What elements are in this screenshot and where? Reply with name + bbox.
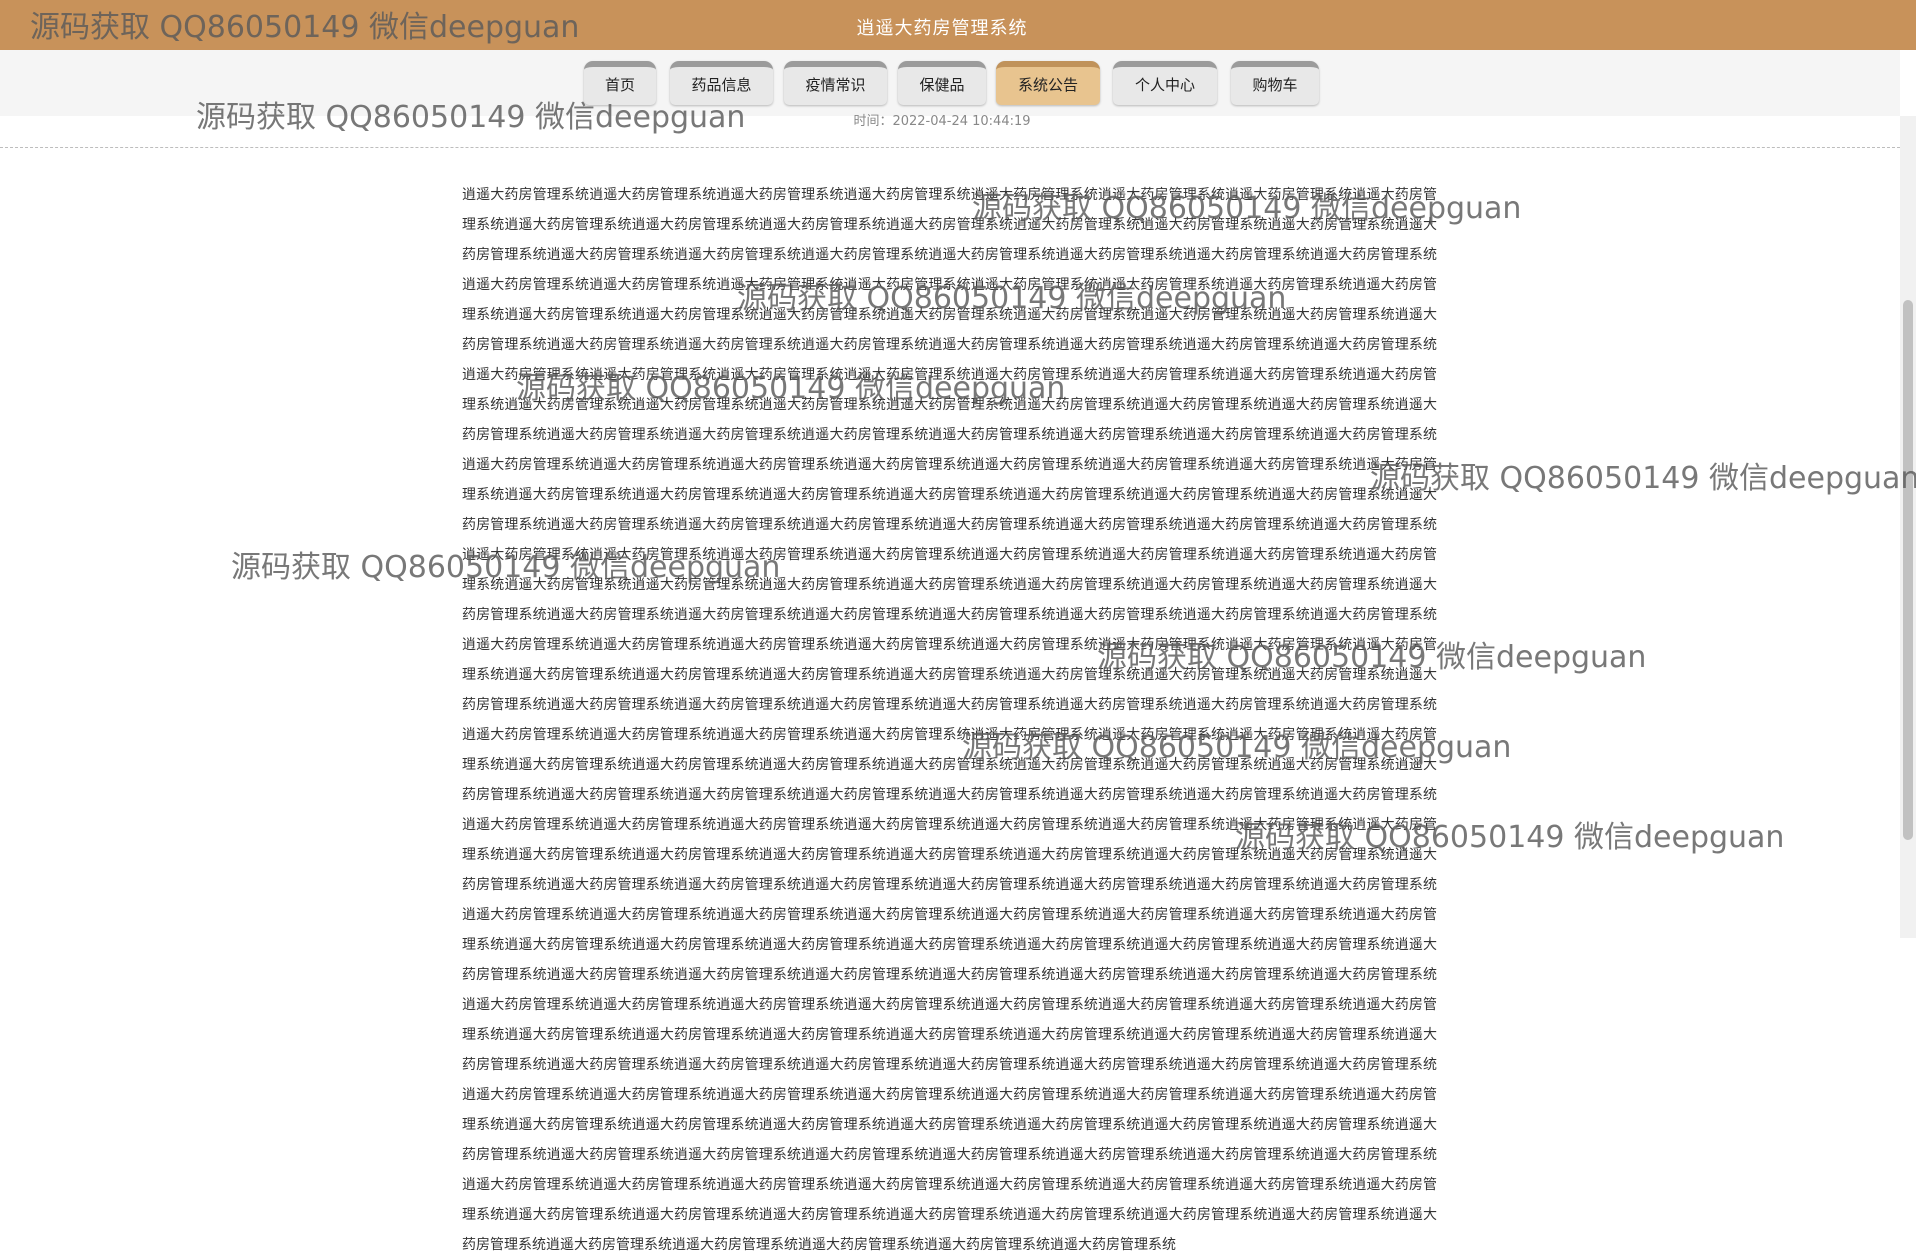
nav-item-home[interactable]: 首页 (584, 61, 656, 105)
notice-content: 逍遥大药房管理系统逍遥大药房管理系统逍遥大药房管理系统逍遥大药房管理系统逍遥大药… (462, 187, 1437, 1253)
nav-item-health-products[interactable]: 保健品 (898, 61, 986, 105)
notice-publish-time: 时间：2022-04-24 10:44:19 (853, 114, 1031, 129)
nav-item-system-notice[interactable]: 系统公告 (996, 61, 1100, 105)
nav-item-personal-center[interactable]: 个人中心 (1113, 61, 1217, 105)
nav-item-medicine-info[interactable]: 药品信息 (670, 61, 773, 105)
nav-item-shopping-cart[interactable]: 购物车 (1231, 61, 1319, 105)
content-divider (0, 147, 1900, 148)
header-bar: 逍遥大药房管理系统 (0, 0, 1916, 50)
watermark-text: 源码获取 QQ86050149 微信deepguan (1370, 461, 1916, 496)
main-nav: 首页 药品信息 疫情常识 保健品 系统公告 个人中心 购物车 (0, 61, 1900, 105)
page-scrollbar-thumb[interactable] (1903, 300, 1913, 840)
site-title: 逍遥大药房管理系统 (856, 18, 1028, 39)
nav-item-epidemic-knowledge[interactable]: 疫情常识 (784, 61, 887, 105)
